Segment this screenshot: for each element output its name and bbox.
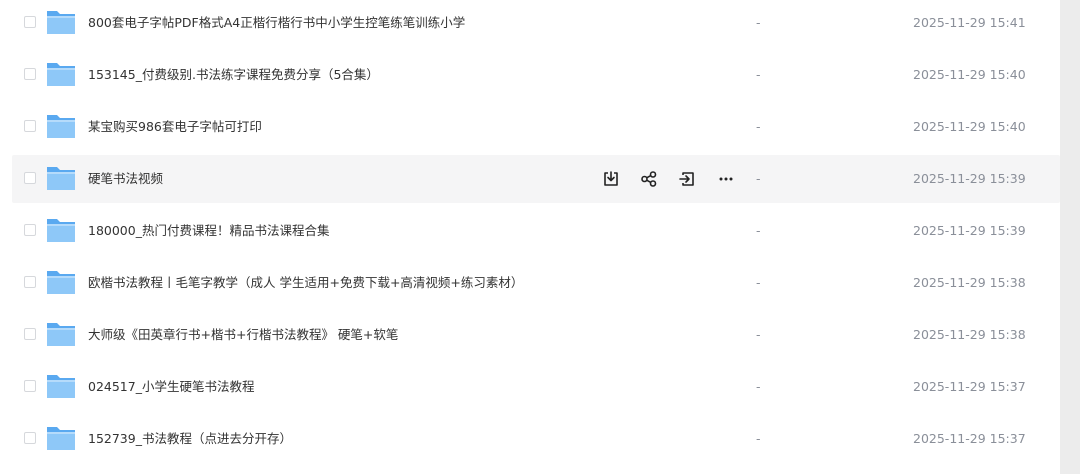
file-row[interactable]: 欧楷书法教程丨毛笔字教学（成人 学生适用+免费下载+高清视频+练习素材） - 2… (12, 259, 1060, 307)
file-size: - (756, 223, 761, 238)
file-name[interactable]: 153145_付费级别.书法练字课程免费分享（5合集） (88, 51, 379, 99)
file-modified: 2025-11-29 15:38 (913, 275, 1026, 290)
file-row[interactable]: 024517_小学生硬笔书法教程 - 2025-11-29 15:37 (12, 363, 1060, 411)
row-checkbox[interactable] (24, 432, 36, 444)
file-modified: 2025-11-29 15:39 (913, 171, 1026, 186)
file-list: 800套电子字帖PDF格式A4正楷行楷行书中小学生控笔练笔训练小学 - 2025… (0, 0, 1060, 474)
folder-icon (47, 375, 75, 398)
row-checkbox[interactable] (24, 68, 36, 80)
folder-icon (47, 63, 75, 86)
row-checkbox[interactable] (24, 328, 36, 340)
file-row[interactable]: 152739_书法教程（点进去分开存） - 2025-11-29 15:37 (12, 415, 1060, 463)
file-name[interactable]: 152739_书法教程（点进去分开存） (88, 415, 292, 463)
more-icon[interactable] (715, 167, 737, 191)
folder-icon (47, 11, 75, 34)
file-size: - (756, 275, 761, 290)
row-checkbox[interactable] (24, 16, 36, 28)
file-row-hovered[interactable]: 硬笔书法视频 - 2025-11-29 15:39 (12, 155, 1060, 203)
file-modified: 2025-11-29 15:41 (913, 15, 1026, 30)
scrollbar-track[interactable] (1060, 0, 1080, 474)
file-modified: 2025-11-29 15:37 (913, 379, 1026, 394)
file-name[interactable]: 800套电子字帖PDF格式A4正楷行楷行书中小学生控笔练笔训练小学 (88, 0, 465, 47)
file-modified: 2025-11-29 15:40 (913, 67, 1026, 82)
file-name[interactable]: 大师级《田英章行书+楷书+行楷书法教程》 硬笔+软笔 (88, 311, 398, 359)
file-name[interactable]: 欧楷书法教程丨毛笔字教学（成人 学生适用+免费下载+高清视频+练习素材） (88, 259, 523, 307)
file-name[interactable]: 180000_热门付费课程！精品书法课程合集 (88, 207, 329, 255)
folder-icon (47, 167, 75, 190)
file-row[interactable]: 153145_付费级别.书法练字课程免费分享（5合集） - 2025-11-29… (12, 51, 1060, 99)
row-checkbox[interactable] (24, 120, 36, 132)
file-size: - (756, 431, 761, 446)
file-row[interactable]: 大师级《田英章行书+楷书+行楷书法教程》 硬笔+软笔 - 2025-11-29 … (12, 311, 1060, 359)
file-row[interactable]: 180000_热门付费课程！精品书法课程合集 - 2025-11-29 15:3… (12, 207, 1060, 255)
folder-icon (47, 427, 75, 450)
move-icon[interactable] (676, 167, 698, 191)
file-modified: 2025-11-29 15:37 (913, 431, 1026, 446)
folder-icon (47, 271, 75, 294)
file-size: - (756, 379, 761, 394)
row-checkbox[interactable] (24, 276, 36, 288)
file-row[interactable]: 某宝购买986套电子字帖可打印 - 2025-11-29 15:40 (12, 103, 1060, 151)
file-size: - (756, 171, 761, 186)
file-size: - (756, 119, 761, 134)
file-name[interactable]: 024517_小学生硬笔书法教程 (88, 363, 254, 411)
file-name[interactable]: 硬笔书法视频 (88, 155, 163, 203)
folder-icon (47, 115, 75, 138)
file-modified: 2025-11-29 15:38 (913, 327, 1026, 342)
row-checkbox[interactable] (24, 172, 36, 184)
file-modified: 2025-11-29 15:39 (913, 223, 1026, 238)
file-size: - (756, 67, 761, 82)
folder-icon (47, 219, 75, 242)
share-icon[interactable] (638, 167, 660, 191)
file-row[interactable]: 800套电子字帖PDF格式A4正楷行楷行书中小学生控笔练笔训练小学 - 2025… (12, 0, 1060, 47)
file-size: - (756, 15, 761, 30)
row-checkbox[interactable] (24, 224, 36, 236)
folder-icon (47, 323, 75, 346)
file-name[interactable]: 某宝购买986套电子字帖可打印 (88, 103, 262, 151)
file-modified: 2025-11-29 15:40 (913, 119, 1026, 134)
file-size: - (756, 327, 761, 342)
download-icon[interactable] (600, 167, 622, 191)
row-checkbox[interactable] (24, 380, 36, 392)
